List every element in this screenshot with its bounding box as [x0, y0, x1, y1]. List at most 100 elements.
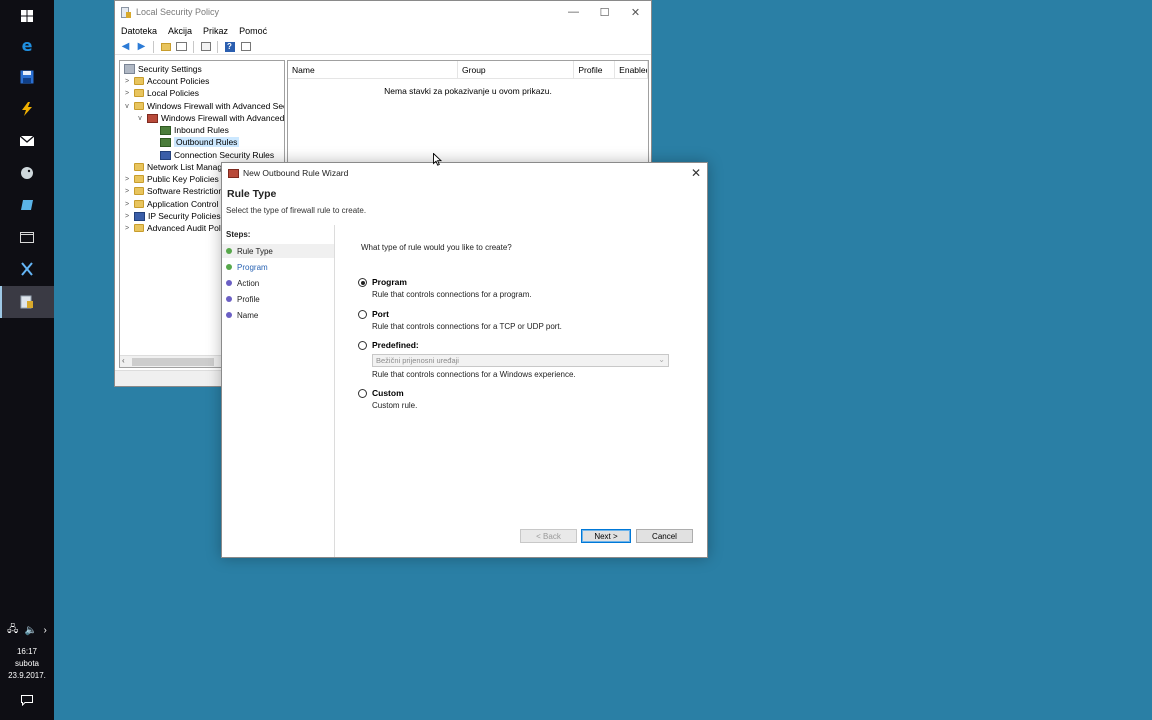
taskbar-bird-app[interactable] — [0, 157, 54, 189]
predefined-select-value: Bežični prijenosni uređaji — [376, 356, 459, 365]
tree-item-outbound-rules[interactable]: Outbound Rules — [158, 136, 240, 148]
chevron-right-icon[interactable]: > — [122, 78, 132, 85]
tree-item[interactable]: > Software Restriction — [122, 185, 223, 197]
menu-datoteka[interactable]: Datoteka — [121, 26, 157, 36]
tree-item-inbound-rules[interactable]: Inbound Rules — [158, 124, 229, 136]
tree-item[interactable]: > IP Security Policies o — [122, 210, 228, 222]
step-name[interactable]: Name — [222, 308, 334, 322]
volume-icon[interactable]: 🔈 — [25, 625, 37, 636]
chevron-down-icon: ⌄ — [658, 355, 665, 364]
forward-arrow-icon[interactable]: ▶ — [135, 41, 148, 53]
tree-item[interactable]: > Account Policies — [122, 75, 209, 87]
step-rule-type[interactable]: Rule Type — [222, 244, 334, 258]
close-button[interactable]: ✕ — [620, 1, 651, 23]
empty-list-message: Nema stavki za pokazivanje u ovom prikaz… — [384, 86, 552, 96]
next-button[interactable]: Next > — [581, 529, 631, 543]
show-tree-icon[interactable] — [175, 41, 188, 53]
tree-item-label: Windows Firewall with Advanced — [161, 113, 285, 123]
tree-item-label: Windows Firewall with Advanced Sec — [147, 101, 285, 111]
predefined-select[interactable]: Bežični prijenosni uređaji ⌄ — [372, 354, 669, 367]
tree-item[interactable]: Security Settings — [122, 63, 202, 75]
lightning-icon — [22, 102, 32, 116]
tree-item[interactable]: v Windows Firewall with Advanced — [135, 112, 284, 124]
chevron-right-icon[interactable]: > — [122, 225, 132, 232]
step-action[interactable]: Action — [222, 276, 334, 290]
connection-security-icon — [160, 150, 171, 160]
tree-item-label: Network List Manag — [147, 162, 223, 172]
start-button[interactable] — [0, 0, 54, 32]
chevron-right-icon[interactable]: > — [122, 176, 132, 183]
wizard-titlebar[interactable]: New Outbound Rule Wizard ✕ — [222, 163, 707, 183]
properties-icon[interactable] — [239, 41, 252, 53]
console-icon — [20, 231, 34, 243]
taskbar-x-app[interactable] — [0, 253, 54, 285]
column-header-profile[interactable]: Profile — [574, 61, 616, 79]
option-label: Custom — [372, 388, 404, 398]
network-icon[interactable]: 🖧 — [7, 622, 18, 639]
minimize-button[interactable]: — — [558, 1, 589, 23]
tree-item[interactable]: > Advanced Audit Poli — [122, 222, 223, 234]
chevron-right-icon[interactable]: > — [122, 90, 132, 97]
tree-item[interactable]: > Local Policies — [122, 87, 199, 99]
taskbar-local-security-policy[interactable] — [0, 286, 54, 318]
taskbar-save-app[interactable] — [0, 61, 54, 93]
tree-item[interactable]: > Application Control — [122, 198, 218, 210]
clock-day: subota — [14, 659, 40, 668]
chevron-right-icon[interactable]: › — [43, 625, 46, 636]
steps-panel: Steps: Rule Type Program Action Profile … — [222, 225, 335, 557]
export-list-icon[interactable] — [199, 41, 212, 53]
folder-icon — [134, 163, 144, 171]
column-header-enabled[interactable]: Enabled — [615, 61, 648, 79]
up-folder-icon[interactable] — [159, 41, 172, 53]
folder-icon — [134, 224, 144, 232]
back-arrow-icon[interactable]: ◀ — [119, 41, 132, 53]
close-icon[interactable]: ✕ — [691, 166, 701, 180]
chevron-down-icon[interactable]: v — [135, 115, 145, 122]
taskbar-gem-app[interactable] — [0, 189, 54, 221]
scrollbar-thumb[interactable] — [132, 358, 214, 366]
chevron-down-icon[interactable]: v — [122, 103, 132, 110]
tree-item[interactable]: Network List Manag — [122, 161, 222, 173]
rule-type-question: What type of rule would you like to crea… — [361, 243, 512, 252]
radio-predefined[interactable] — [358, 341, 367, 350]
chevron-right-icon[interactable]: > — [122, 201, 132, 208]
tree-item[interactable]: v Windows Firewall with Advanced Sec — [122, 100, 285, 112]
window-titlebar[interactable]: Local Security Policy — ☐ ✕ — [115, 1, 651, 23]
mouse-cursor-icon — [433, 153, 442, 166]
menu-akcija[interactable]: Akcija — [168, 26, 192, 36]
ip-security-icon — [134, 211, 145, 221]
column-header-group[interactable]: Group — [458, 61, 575, 79]
firewall-icon — [147, 113, 158, 123]
back-button[interactable]: < Back — [520, 529, 577, 543]
wizard-title: New Outbound Rule Wizard — [243, 168, 349, 178]
radio-program[interactable] — [358, 278, 367, 287]
taskbar-console[interactable] — [0, 221, 54, 253]
step-profile[interactable]: Profile — [222, 292, 334, 306]
cancel-button[interactable]: Cancel — [636, 529, 693, 543]
chevron-right-icon[interactable]: > — [122, 213, 132, 220]
tree-item-connection-security-rules[interactable]: Connection Security Rules — [158, 149, 274, 161]
taskbar: e 🖧 🔈 › 16:17 subota 23.9.2017. — [0, 0, 54, 720]
step-program[interactable]: Program — [222, 260, 334, 274]
tree-item[interactable]: > Public Key Policies — [122, 173, 219, 185]
maximize-button[interactable]: ☐ — [589, 1, 620, 23]
taskbar-edge[interactable]: e — [0, 29, 54, 61]
security-policy-icon — [20, 295, 33, 309]
taskbar-tool-app[interactable] — [0, 93, 54, 125]
radio-port[interactable] — [358, 310, 367, 319]
menu-pomoc[interactable]: Pomoć — [239, 26, 267, 36]
tree-item-label: Inbound Rules — [174, 125, 229, 135]
taskbar-mail-app[interactable] — [0, 125, 54, 157]
chevron-right-icon[interactable]: > — [122, 188, 132, 195]
tree-item-label: Outbound Rules — [174, 137, 240, 147]
action-center-button[interactable] — [0, 690, 54, 710]
scroll-left-icon[interactable]: ‹ — [122, 356, 125, 365]
column-header-name[interactable]: Name — [288, 61, 459, 79]
menu-prikaz[interactable]: Prikaz — [203, 26, 228, 36]
folder-icon — [134, 102, 144, 110]
taskbar-clock[interactable]: 16:17 subota 23.9.2017. — [0, 646, 54, 682]
help-icon[interactable]: ? — [223, 41, 236, 53]
radio-custom[interactable] — [358, 389, 367, 398]
wizard-content: What type of rule would you like to crea… — [335, 225, 707, 557]
tree-item-label: Local Policies — [147, 88, 199, 98]
